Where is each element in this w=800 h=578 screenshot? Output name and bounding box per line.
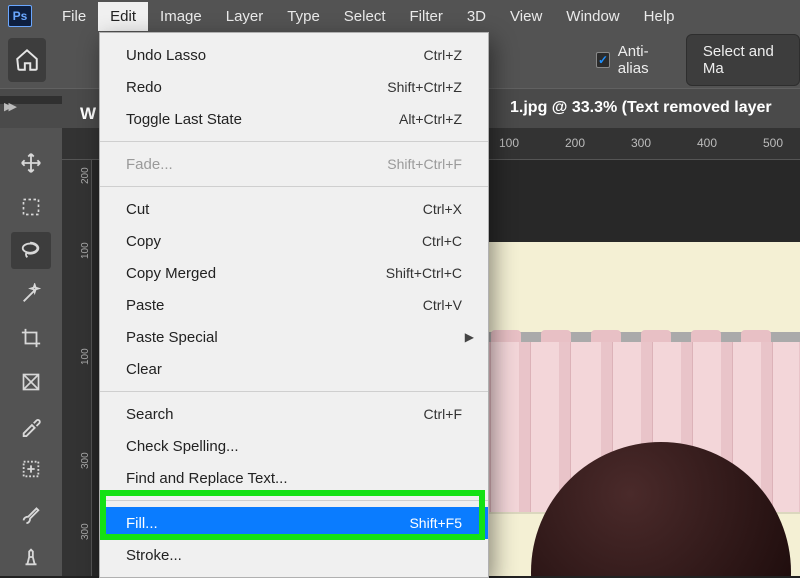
check-icon: ✓ — [596, 52, 609, 68]
menu-item-redo[interactable]: Redo Shift+Ctrl+Z — [100, 71, 488, 103]
menu-item-label: Redo — [126, 79, 162, 96]
move-tool[interactable] — [11, 144, 51, 182]
eyedropper-tool[interactable] — [11, 407, 51, 445]
menu-item-accel: Ctrl+V — [423, 297, 462, 313]
menu-item-label: Paste Special — [126, 329, 218, 346]
ruler-tick: 100 — [80, 219, 91, 259]
document-title-partial: W — [80, 104, 96, 124]
menu-item-accel: Shift+Ctrl+F — [387, 156, 462, 172]
menu-item-stroke[interactable]: Stroke... — [100, 539, 488, 571]
menu-item-label: Find and Replace Text... — [126, 470, 287, 487]
menu-item-fade: Fade... Shift+Ctrl+F — [100, 148, 488, 180]
photoshop-logo: Ps — [8, 5, 32, 27]
menu-select[interactable]: Select — [332, 2, 398, 31]
home-button[interactable] — [8, 38, 46, 82]
ruler-tick: 300 — [80, 500, 91, 540]
menu-item-undo-lasso[interactable]: Undo Lasso Ctrl+Z — [100, 39, 488, 71]
magic-wand-tool[interactable] — [11, 275, 51, 313]
menu-edit[interactable]: Edit — [98, 2, 148, 31]
menu-item-copy[interactable]: Copy Ctrl+C — [100, 225, 488, 257]
menu-file[interactable]: File — [50, 2, 98, 31]
tools-panel — [0, 128, 62, 576]
menu-item-label: Copy Merged — [126, 265, 216, 282]
select-and-mask-button[interactable]: Select and Ma — [686, 34, 800, 86]
marquee-tool[interactable] — [11, 188, 51, 226]
menu-separator — [100, 141, 488, 142]
menu-item-label: Fill... — [126, 515, 158, 532]
home-icon — [14, 47, 40, 73]
ruler-tick: 300 — [614, 136, 668, 150]
menu-item-label: Search — [126, 406, 174, 423]
menu-item-label: Stroke... — [126, 547, 182, 564]
menu-item-accel: Ctrl+F — [424, 406, 463, 422]
menu-help[interactable]: Help — [632, 2, 687, 31]
menubar: Ps File Edit Image Layer Type Select Fil… — [0, 0, 800, 32]
menu-item-find-and-replace-text[interactable]: Find and Replace Text... — [100, 462, 488, 494]
menu-filter[interactable]: Filter — [398, 2, 455, 31]
crop-tool[interactable] — [11, 319, 51, 357]
menu-item-label: Paste — [126, 297, 164, 314]
menu-image[interactable]: Image — [148, 2, 214, 31]
menu-item-paste[interactable]: Paste Ctrl+V — [100, 289, 488, 321]
menu-item-accel: Ctrl+X — [423, 201, 462, 217]
ruler-tick: 300 — [80, 429, 91, 469]
lasso-tool[interactable] — [11, 232, 51, 270]
menu-window[interactable]: Window — [554, 2, 631, 31]
clone-stamp-tool[interactable] — [11, 538, 51, 576]
menu-item-cut[interactable]: Cut Ctrl+X — [100, 193, 488, 225]
menu-item-label: Cut — [126, 201, 149, 218]
ruler-tick: 100 — [80, 325, 91, 365]
edit-dropdown: Undo Lasso Ctrl+Z Redo Shift+Ctrl+Z Toggle L… — [99, 32, 489, 578]
menu-item-label: Clear — [126, 361, 162, 378]
menu-item-check-spelling[interactable]: Check Spelling... — [100, 430, 488, 462]
menu-layer[interactable]: Layer — [214, 2, 276, 31]
menu-item-label: Fade... — [126, 156, 173, 173]
menu-item-paste-special[interactable]: Paste Special ▶ — [100, 321, 488, 353]
anti-alias-label: Anti-alias — [618, 43, 668, 77]
menu-separator — [100, 500, 488, 501]
chevron-right-icon: ▶▶ — [4, 100, 13, 113]
menu-item-accel: Shift+Ctrl+Z — [387, 79, 462, 95]
vertical-ruler: 200 100 100 300 300 — [62, 128, 92, 576]
menu-item-accel: Ctrl+Z — [424, 47, 463, 63]
menu-item-fill[interactable]: Fill... Shift+F5 — [100, 507, 488, 539]
menu-item-label: Check Spelling... — [126, 438, 239, 455]
frame-tool[interactable] — [11, 363, 51, 401]
menu-item-accel: Alt+Ctrl+Z — [399, 111, 462, 127]
brush-tool[interactable] — [11, 494, 51, 532]
menu-3d[interactable]: 3D — [455, 2, 498, 31]
healing-brush-tool[interactable] — [11, 451, 51, 489]
menu-item-accel: Shift+Ctrl+C — [386, 265, 462, 281]
menu-separator — [100, 186, 488, 187]
submenu-arrow-icon: ▶ — [465, 330, 474, 344]
menu-item-label: Toggle Last State — [126, 111, 242, 128]
menu-view[interactable]: View — [498, 2, 554, 31]
menu-type[interactable]: Type — [275, 2, 332, 31]
menu-item-label: Copy — [126, 233, 161, 250]
menu-item-clear[interactable]: Clear — [100, 353, 488, 385]
ruler-tick: 500 — [746, 136, 800, 150]
menu-separator — [100, 391, 488, 392]
menu-item-copy-merged[interactable]: Copy Merged Shift+Ctrl+C — [100, 257, 488, 289]
menu-item-search[interactable]: Search Ctrl+F — [100, 398, 488, 430]
ruler-tick: 400 — [680, 136, 734, 150]
ruler-tick: 200 — [548, 136, 602, 150]
menu-item-toggle-last-state[interactable]: Toggle Last State Alt+Ctrl+Z — [100, 103, 488, 135]
menu-item-accel: Shift+F5 — [409, 515, 462, 531]
menu-item-accel: Ctrl+C — [422, 233, 462, 249]
ruler-tick: 100 — [482, 136, 536, 150]
anti-alias-checkbox[interactable]: ✓ Anti-alias — [596, 43, 668, 77]
document-title: 1.jpg @ 33.3% (Text removed layer — [510, 99, 772, 117]
menu-item-label: Undo Lasso — [126, 47, 206, 64]
